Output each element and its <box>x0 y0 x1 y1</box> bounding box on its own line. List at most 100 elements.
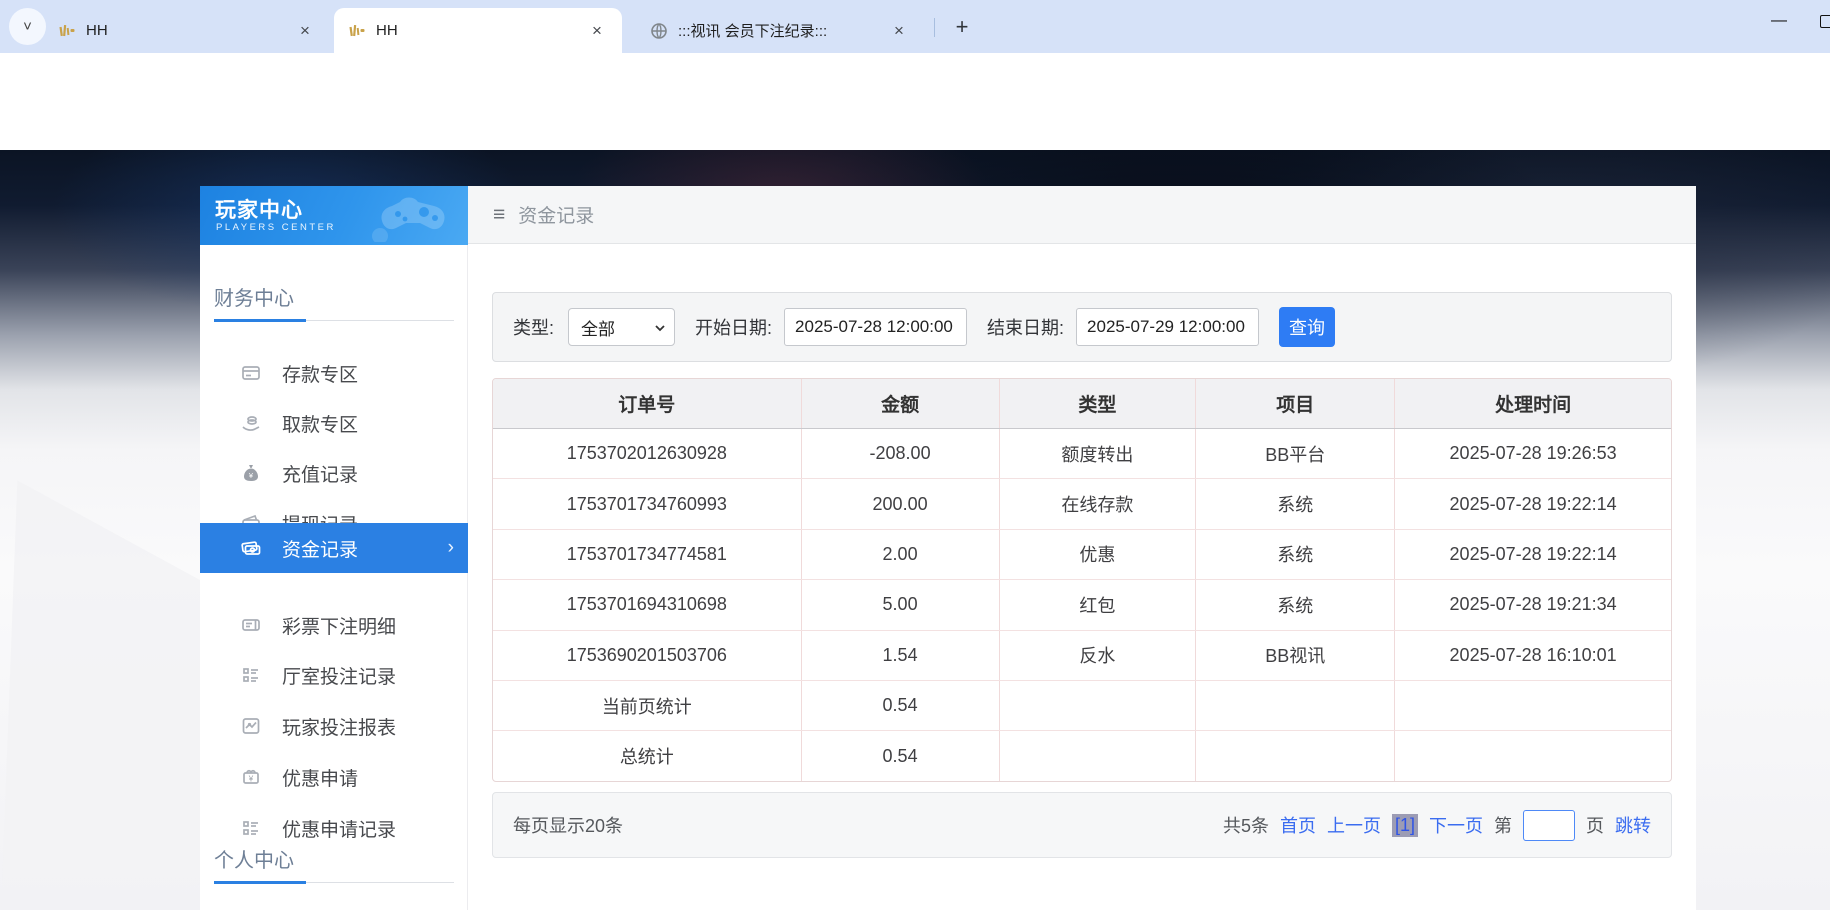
cell-order-no: 1753701694310698 <box>493 580 802 629</box>
tab-1-close-icon[interactable]: × <box>294 20 316 42</box>
table-row-total-stats: 总统计 0.54 <box>493 731 1671 780</box>
sidebar-item-label: 取款专区 <box>282 410 358 437</box>
tab-3[interactable]: :::视讯 会员下注纪录::: × <box>636 8 924 53</box>
chevron-down-icon <box>654 322 666 334</box>
window-maximize-button[interactable] <box>1820 15 1830 28</box>
filter-bar: 类型: 全部 开始日期: 结束日期: 查询 <box>492 292 1672 362</box>
cell-stat-label: 总统计 <box>493 731 802 780</box>
sidebar-item-hall-bets[interactable]: 厅室投注记录 <box>200 650 468 700</box>
section-underline <box>214 320 454 321</box>
sidebar-header: 玩家中心 PLAYERS CENTER <box>200 186 468 245</box>
sidebar-subtitle: PLAYERS CENTER <box>216 222 336 233</box>
chevron-right-icon: › <box>448 537 454 559</box>
start-date-input[interactable] <box>784 308 967 346</box>
col-header-amount: 金额 <box>802 379 1000 428</box>
cell-empty <box>1196 681 1395 730</box>
first-page-link[interactable]: 首页 <box>1280 812 1316 838</box>
cell-type: 额度转出 <box>1000 429 1197 478</box>
page-number-input[interactable] <box>1523 810 1575 841</box>
hamburger-icon[interactable]: ≡ <box>493 203 505 227</box>
table-row: 1753702012630928 -208.00 额度转出 BB平台 2025-… <box>493 429 1671 479</box>
tab-2-active[interactable]: HH × <box>334 8 622 53</box>
sidebar-item-promo-apply[interactable]: ¥ 优惠申请 <box>200 752 468 802</box>
sidebar-item-label: 玩家投注报表 <box>282 713 396 740</box>
cell-amount: 1.54 <box>802 631 1000 680</box>
sidebar-item-messages[interactable]: 消息公告 <box>200 898 468 910</box>
next-page-link[interactable]: 下一页 <box>1429 812 1483 838</box>
col-header-item: 项目 <box>1196 379 1395 428</box>
ticket-icon <box>240 614 262 636</box>
section-heading-finance: 财务中心 <box>214 282 294 311</box>
per-page-text: 每页显示20条 <box>513 812 623 838</box>
sidebar-item-label: 优惠申请记录 <box>282 815 396 842</box>
cell-order-no: 1753701734774581 <box>493 530 802 579</box>
jump-suffix-text: 页 <box>1586 812 1604 838</box>
tab-search-chevron-icon[interactable]: ˅ <box>9 8 46 45</box>
sidebar-title: 玩家中心 <box>215 194 303 224</box>
sidebar-item-recharge-record[interactable]: ¥ 充值记录 <box>200 448 468 498</box>
current-page-badge[interactable]: [1] <box>1392 814 1418 837</box>
end-date-label: 结束日期: <box>987 314 1064 340</box>
tab-2-favicon <box>348 22 366 40</box>
cell-type: 在线存款 <box>1000 479 1197 528</box>
search-button[interactable]: 查询 <box>1279 307 1335 347</box>
sidebar-item-withdraw[interactable]: 取款专区 <box>200 398 468 448</box>
end-date-input[interactable] <box>1076 308 1259 346</box>
cell-amount: 0.54 <box>802 681 1000 730</box>
main-panel: ≡ 资金记录 类型: 全部 开始日期: 结束日期: 查询 订单号 金额 <box>468 186 1696 910</box>
type-select[interactable]: 全部 <box>568 308 675 346</box>
prev-page-link[interactable]: 上一页 <box>1327 812 1381 838</box>
cell-time: 2025-07-28 19:22:14 <box>1395 530 1671 579</box>
cell-empty <box>1196 731 1395 780</box>
cell-empty <box>1395 731 1671 780</box>
cell-amount: 5.00 <box>802 580 1000 629</box>
tab-1[interactable]: HH × <box>44 8 330 53</box>
cell-item: 系统 <box>1196 479 1395 528</box>
cell-item: BB视讯 <box>1196 631 1395 680</box>
type-select-value: 全部 <box>581 315 615 340</box>
browser-window: ˅ HH × HH × :::视讯 会员下注纪录::: × + — ← → ⟳ … <box>0 0 1830 910</box>
jump-link[interactable]: 跳转 <box>1615 812 1651 838</box>
col-header-type: 类型 <box>1000 379 1197 428</box>
cell-stat-label: 当前页统计 <box>493 681 802 730</box>
tab-divider <box>934 18 935 37</box>
tab-2-close-icon[interactable]: × <box>586 20 608 42</box>
table-header-row: 订单号 金额 类型 项目 处理时间 <box>493 379 1671 429</box>
section-heading-personal: 个人中心 <box>214 844 294 873</box>
table-row-page-stats: 当前页统计 0.54 <box>493 681 1671 731</box>
total-count-text: 共5条 <box>1223 812 1269 838</box>
tab-2-label: HH <box>376 22 572 39</box>
sidebar-item-lottery-bets[interactable]: 彩票下注明细 <box>200 600 468 650</box>
table-row: 1753701734774581 2.00 优惠 系统 2025-07-28 1… <box>493 530 1671 580</box>
browser-toolbar: ← → ⟳ ⌂ mgm1065.com/hhcp/usercenter.html… <box>0 53 1830 105</box>
gamepad-icon <box>362 192 454 242</box>
type-label: 类型: <box>513 314 554 340</box>
window-minimize-button[interactable]: — <box>1756 0 1802 42</box>
tab-3-close-icon[interactable]: × <box>888 20 910 42</box>
sidebar: 玩家中心 PLAYERS CENTER 财务中心 存款专区 取款专区 ¥ 充值记… <box>200 186 468 910</box>
sidebar-item-funds-record-active[interactable]: 资金记录 › <box>200 523 468 573</box>
cell-amount: 2.00 <box>802 530 1000 579</box>
bookmarks-bar: 百度一下 <box>0 105 1830 150</box>
tab-1-favicon <box>58 22 76 40</box>
cell-type: 反水 <box>1000 631 1197 680</box>
table-row: 1753701694310698 5.00 红包 系统 2025-07-28 1… <box>493 580 1671 630</box>
deposit-card-icon <box>240 362 262 384</box>
start-date-label: 开始日期: <box>695 314 772 340</box>
cell-order-no: 1753702012630928 <box>493 429 802 478</box>
withdraw-hand-icon <box>240 412 262 434</box>
cell-empty <box>1000 681 1197 730</box>
sidebar-item-label: 资金记录 <box>282 535 358 562</box>
sidebar-item-deposit[interactable]: 存款专区 <box>200 348 468 398</box>
svg-text:¥: ¥ <box>248 775 254 784</box>
funds-table: 订单号 金额 类型 项目 处理时间 1753702012630928 -208.… <box>492 378 1672 782</box>
tab-strip: ˅ HH × HH × :::视讯 会员下注纪录::: × + — <box>0 0 1830 53</box>
cell-time: 2025-07-28 16:10:01 <box>1395 631 1671 680</box>
sidebar-item-player-report[interactable]: 玩家投注报表 <box>200 701 468 751</box>
banknotes-icon <box>240 537 262 559</box>
cell-time: 2025-07-28 19:21:34 <box>1395 580 1671 629</box>
table-row: 1753701734760993 200.00 在线存款 系统 2025-07-… <box>493 479 1671 529</box>
cell-amount: -208.00 <box>802 429 1000 478</box>
cell-order-no: 1753690201503706 <box>493 631 802 680</box>
new-tab-button[interactable]: + <box>947 12 977 42</box>
